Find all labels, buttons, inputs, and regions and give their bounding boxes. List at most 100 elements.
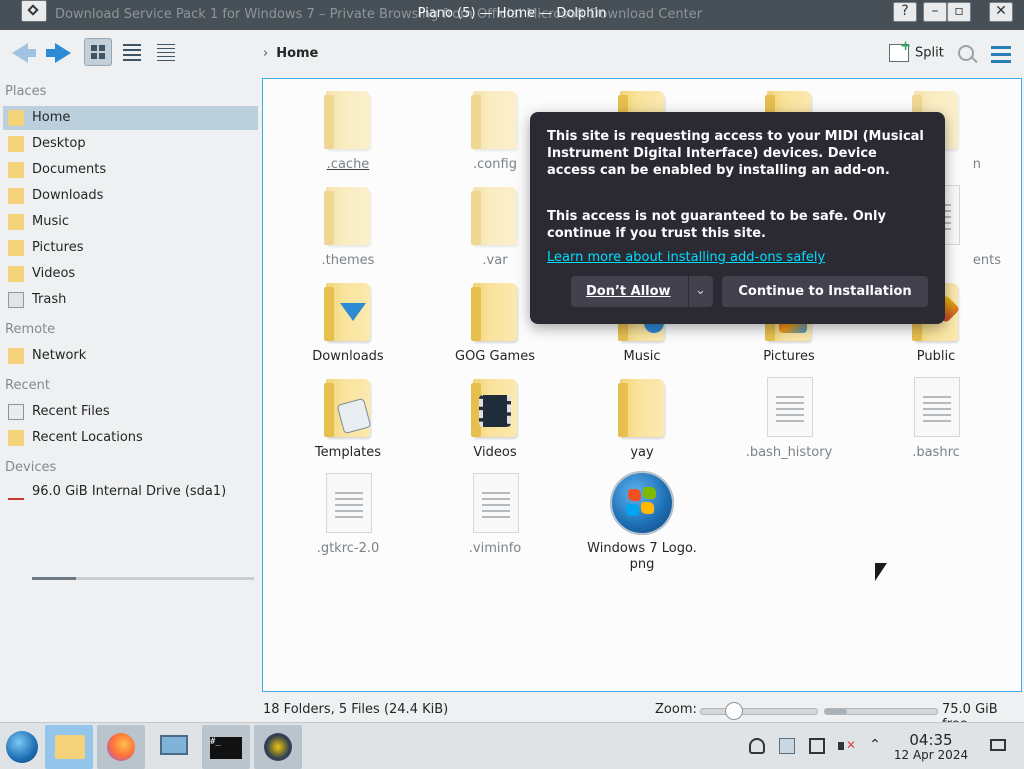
split-button[interactable]: Split	[889, 39, 944, 62]
sidebar-item-documents[interactable]: Documents	[3, 158, 258, 182]
learn-more-link[interactable]: Learn more about installing add-ons safe…	[547, 250, 825, 265]
details-view-icon	[157, 44, 175, 45]
file-label-line2: png	[629, 557, 655, 572]
free-space-bar	[824, 708, 938, 715]
sidebar-item-recent-files[interactable]: Recent Files	[3, 400, 258, 424]
dont-allow-button[interactable]: Don’t Allow ⌄	[571, 276, 713, 307]
mute-mark: ✕	[846, 738, 857, 752]
file-item-yay[interactable]: yay	[577, 375, 707, 461]
clock-time: 04:35	[909, 731, 953, 749]
help-button[interactable]: ?	[893, 2, 917, 22]
sidebar-item-label: Home	[32, 110, 71, 125]
file-item-downloads[interactable]: Downloads	[283, 279, 413, 365]
notifications-icon[interactable]	[749, 738, 765, 754]
zoom-slider-handle[interactable]	[725, 702, 743, 720]
file-item-themes[interactable]: .themes	[283, 183, 413, 269]
sidebar-item-downloads[interactable]: Downloads	[3, 184, 258, 208]
forward-arrow-icon	[55, 43, 71, 63]
file-item-cache[interactable]: .cache	[283, 87, 413, 173]
sidebar-item-trash[interactable]: Trash	[3, 288, 258, 312]
file-item-windows-7-logo[interactable]: Windows 7 Logo. png	[577, 471, 707, 573]
show-desktop-icon[interactable]	[990, 739, 1006, 751]
file-label: Templates	[314, 445, 382, 460]
file-item-templates[interactable]: Templates	[283, 375, 413, 461]
file-item-gtkrc[interactable]: .gtkrc-2.0	[283, 471, 413, 557]
title-bar: Download Service Pack 1 for Windows 7 – …	[0, 0, 1024, 30]
compact-view-button[interactable]	[118, 38, 146, 66]
hamburger-menu-icon[interactable]	[991, 46, 1011, 67]
breadcrumb[interactable]: › Home	[263, 46, 318, 61]
file-item-videos[interactable]: Videos	[430, 375, 560, 461]
sidebar-item-label: Network	[32, 348, 87, 363]
sidebar-item-label: Recent Files	[32, 404, 110, 419]
breadcrumb-home[interactable]: Home	[276, 46, 318, 61]
download-arrow-icon	[340, 303, 366, 321]
task-dolphin[interactable]	[45, 725, 93, 769]
clipboard-icon[interactable]	[779, 738, 795, 754]
sidebar-item-label: Trash	[32, 292, 67, 307]
details-view-button[interactable]	[152, 38, 180, 66]
file-label: .themes	[321, 253, 375, 268]
text-file-icon	[767, 377, 813, 437]
task-terminal[interactable]: #_	[202, 725, 250, 769]
status-info: 18 Folders, 5 Files (24.4 KiB)	[263, 702, 449, 717]
videos-icon	[8, 266, 24, 282]
chevron-right-icon: ›	[263, 46, 269, 61]
file-label: .bashrc	[912, 445, 960, 460]
folder-icon	[324, 91, 370, 149]
file-view[interactable]: .cache .config n .themes .var ents Downl…	[262, 78, 1022, 692]
chevron-down-icon[interactable]: ⌄	[695, 275, 706, 306]
drive-usage-bar	[32, 577, 254, 580]
section-title-remote: Remote	[5, 322, 56, 337]
places-panel: Places Home Desktop Documents Downloads …	[0, 78, 262, 698]
volume-muted-icon[interactable]: ✕	[838, 738, 857, 754]
sidebar-item-recent-locations[interactable]: Recent Locations	[3, 426, 258, 450]
file-label: Videos	[473, 445, 517, 460]
file-label-line1: Windows 7 Logo.	[587, 541, 697, 556]
clock-date: 12 Apr 2024	[893, 748, 969, 762]
file-item-bash-history[interactable]: .bash_history	[724, 375, 854, 461]
start-menu-button[interactable]	[0, 725, 48, 769]
documents-icon	[8, 162, 24, 178]
minimize-button[interactable]: –	[923, 2, 947, 22]
file-label: GOG Games	[455, 349, 535, 364]
file-label: .viminfo	[468, 541, 522, 556]
status-bar: 18 Folders, 5 Files (24.4 KiB) Zoom: 75.…	[0, 698, 1024, 732]
split-view-icon	[889, 39, 911, 62]
text-file-icon	[326, 473, 372, 533]
maximize-button[interactable]: ▫	[947, 2, 971, 22]
close-button[interactable]: ✕	[989, 2, 1013, 22]
file-item-viminfo[interactable]: .viminfo	[430, 471, 560, 557]
sidebar-item-pictures[interactable]: Pictures	[3, 236, 258, 260]
battery-icon[interactable]	[809, 738, 825, 754]
task-firefox[interactable]	[97, 725, 145, 769]
icons-view-button[interactable]	[84, 38, 112, 66]
window-title: Piano (5) — Home — Dolphin	[417, 6, 607, 21]
task-game[interactable]	[254, 725, 302, 769]
sidebar-item-internal-drive[interactable]: 96.0 GiB Internal Drive (sda1)	[3, 480, 258, 504]
digital-clock[interactable]: 04:35 12 Apr 2024	[890, 732, 972, 762]
sidebar-item-label: Recent Locations	[32, 430, 143, 445]
sidebar-item-network[interactable]: Network	[3, 344, 258, 368]
addon-permission-popup: This site is requesting access to your M…	[530, 112, 945, 324]
continue-installation-button[interactable]: Continue to Installation	[722, 276, 928, 307]
zoom-slider[interactable]	[700, 702, 818, 720]
sidebar-item-desktop[interactable]: Desktop	[3, 132, 258, 156]
dont-allow-label: Don’t Allow	[586, 284, 671, 299]
button-divider	[688, 276, 689, 307]
section-title-devices: Devices	[5, 460, 57, 475]
sidebar-item-home[interactable]: Home	[3, 106, 258, 130]
search-icon[interactable]	[958, 45, 974, 61]
text-file-icon	[473, 473, 519, 533]
task-system-settings[interactable]	[150, 725, 198, 769]
forward-button[interactable]	[44, 38, 74, 68]
sidebar-item-music[interactable]: Music	[3, 210, 258, 234]
music-icon	[8, 214, 24, 230]
file-label: .gtkrc-2.0	[316, 541, 380, 556]
sidebar-item-videos[interactable]: Videos	[3, 262, 258, 286]
file-label: .bash_history	[745, 445, 833, 460]
chevron-up-icon[interactable]: ⌃	[867, 738, 883, 754]
file-item-bashrc[interactable]: .bashrc	[871, 375, 1001, 461]
back-button[interactable]	[10, 38, 40, 68]
game-icon	[264, 733, 292, 761]
